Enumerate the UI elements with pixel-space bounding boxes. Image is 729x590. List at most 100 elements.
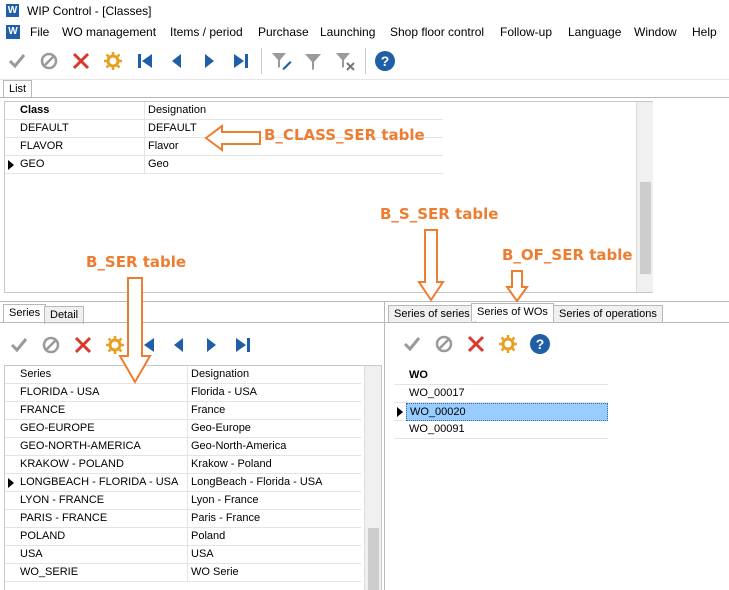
designation-cell[interactable]: Krakow - Poland: [188, 456, 361, 474]
menu-app-icon[interactable]: W: [6, 25, 20, 39]
menu-help[interactable]: Help: [692, 25, 717, 39]
menu-purchase[interactable]: Purchase: [258, 25, 309, 39]
series-cell[interactable]: WO_SERIE: [17, 564, 188, 582]
settings-gear-icon[interactable]: [100, 48, 126, 74]
designation-cell[interactable]: Paris - France: [188, 510, 361, 528]
wo-validate-check-icon[interactable]: [399, 331, 425, 357]
help-icon[interactable]: ?: [372, 48, 398, 74]
window-title: WIP Control - [Classes]: [27, 4, 152, 18]
wo-help-icon[interactable]: ?: [527, 331, 553, 357]
designation-cell[interactable]: Poland: [188, 528, 361, 546]
column-header-wo[interactable]: WO: [406, 367, 608, 385]
last-record-icon[interactable]: [228, 48, 254, 74]
scroll-thumb[interactable]: [368, 528, 379, 590]
next-record-icon[interactable]: [196, 48, 222, 74]
table-row[interactable]: LYON - FRANCE Lyon - France: [5, 492, 361, 510]
annotation-b-s-ser: B_S_SER table: [380, 205, 499, 223]
scroll-thumb[interactable]: [640, 182, 651, 274]
designation-cell[interactable]: Geo-North-America: [188, 438, 361, 456]
wo-cell[interactable]: WO_00091: [406, 421, 608, 439]
wo-cancel-circle-icon[interactable]: [431, 331, 457, 357]
classes-vertical-scrollbar[interactable]: [636, 102, 653, 292]
column-header-designation[interactable]: Designation: [145, 102, 443, 120]
menu-launching[interactable]: Launching: [320, 25, 375, 39]
series-cell[interactable]: PARIS - FRANCE: [17, 510, 188, 528]
series-cell[interactable]: LONGBEACH - FLORIDA - USA: [17, 474, 188, 492]
table-row[interactable]: FRANCE France: [5, 402, 361, 420]
column-header-class[interactable]: Class: [17, 102, 145, 120]
menu-items-period[interactable]: Items / period: [170, 25, 243, 39]
series-cell[interactable]: USA: [17, 546, 188, 564]
menu-shop-floor-control[interactable]: Shop floor control: [390, 25, 484, 39]
table-row[interactable]: PARIS - FRANCE Paris - France: [5, 510, 361, 528]
series-validate-check-icon[interactable]: [6, 332, 32, 358]
series-cancel-circle-icon[interactable]: [38, 332, 64, 358]
previous-record-icon[interactable]: [164, 48, 190, 74]
table-row[interactable]: WO_00020: [394, 403, 608, 421]
series-cell[interactable]: FLORIDA - USA: [17, 384, 188, 402]
designation-cell[interactable]: USA: [188, 546, 361, 564]
series-previous-record-icon[interactable]: [166, 332, 192, 358]
menu-wo-management[interactable]: WO management: [62, 25, 156, 39]
designation-cell[interactable]: Florida - USA: [188, 384, 361, 402]
table-row[interactable]: GEO-NORTH-AMERICA Geo-North-America: [5, 438, 361, 456]
menu-window[interactable]: Window: [634, 25, 677, 39]
series-vertical-scrollbar[interactable]: [364, 366, 381, 590]
tab-series-of-series[interactable]: Series of series: [388, 305, 476, 323]
cancel-circle-icon[interactable]: [36, 48, 62, 74]
class-cell[interactable]: FLAVOR: [17, 138, 145, 156]
designation-cell[interactable]: Lyon - France: [188, 492, 361, 510]
table-row[interactable]: KRAKOW - POLAND Krakow - Poland: [5, 456, 361, 474]
menu-file[interactable]: File: [30, 25, 49, 39]
svg-text:?: ?: [381, 53, 390, 69]
menu-language[interactable]: Language: [568, 25, 621, 39]
down-arrow-icon: [118, 277, 152, 385]
series-cell[interactable]: GEO-EUROPE: [17, 420, 188, 438]
wo-cell-selected[interactable]: WO_00020: [406, 403, 608, 421]
designation-cell[interactable]: LongBeach - Florida - USA: [188, 474, 361, 492]
series-last-record-icon[interactable]: [230, 332, 256, 358]
table-row[interactable]: GEO Geo: [5, 156, 443, 174]
series-cell[interactable]: LYON - FRANCE: [17, 492, 188, 510]
table-row[interactable]: FLORIDA - USA Florida - USA: [5, 384, 361, 402]
filter-icon[interactable]: [300, 48, 326, 74]
edit-filter-icon[interactable]: [268, 48, 294, 74]
designation-cell[interactable]: WO Serie: [188, 564, 361, 582]
series-cell[interactable]: FRANCE: [17, 402, 188, 420]
table-row[interactable]: WO_SERIE WO Serie: [5, 564, 361, 582]
current-row-marker-icon: [397, 407, 403, 417]
table-row[interactable]: GEO-EUROPE Geo-Europe: [5, 420, 361, 438]
column-header-series[interactable]: Series: [17, 366, 188, 384]
series-cell[interactable]: GEO-NORTH-AMERICA: [17, 438, 188, 456]
wo-cell[interactable]: WO_00017: [406, 385, 608, 403]
validate-check-icon[interactable]: [4, 48, 30, 74]
clear-filter-icon[interactable]: [332, 48, 358, 74]
annotation-b-of-ser: B_OF_SER table: [502, 246, 633, 264]
title-bar: W WIP Control - [Classes]: [0, 0, 729, 22]
series-delete-x-icon[interactable]: [70, 332, 96, 358]
designation-cell[interactable]: Geo-Europe: [188, 420, 361, 438]
table-row[interactable]: LONGBEACH - FLORIDA - USA LongBeach - Flo…: [5, 474, 361, 492]
column-header-designation[interactable]: Designation: [188, 366, 361, 384]
tab-series[interactable]: Series: [3, 304, 47, 322]
designation-cell[interactable]: France: [188, 402, 361, 420]
delete-x-icon[interactable]: [68, 48, 94, 74]
designation-cell[interactable]: Geo: [145, 156, 443, 174]
series-cell[interactable]: POLAND: [17, 528, 188, 546]
main-toolbar: ?: [0, 42, 729, 80]
series-cell[interactable]: KRAKOW - POLAND: [17, 456, 188, 474]
series-next-record-icon[interactable]: [198, 332, 224, 358]
table-row[interactable]: WO_00017: [394, 385, 608, 403]
wo-settings-gear-icon[interactable]: [495, 331, 521, 357]
table-row[interactable]: USA USA: [5, 546, 361, 564]
table-row[interactable]: POLAND Poland: [5, 528, 361, 546]
first-record-icon[interactable]: [132, 48, 158, 74]
class-cell[interactable]: DEFAULT: [17, 120, 145, 138]
tab-series-of-wos[interactable]: Series of WOs: [471, 303, 554, 321]
tab-list[interactable]: List: [3, 80, 33, 98]
menu-follow-up[interactable]: Follow-up: [500, 25, 552, 39]
class-cell[interactable]: GEO: [17, 156, 145, 174]
table-row[interactable]: WO_00091: [394, 421, 608, 439]
tab-series-of-operations[interactable]: Series of operations: [553, 305, 663, 323]
wo-delete-x-icon[interactable]: [463, 331, 489, 357]
